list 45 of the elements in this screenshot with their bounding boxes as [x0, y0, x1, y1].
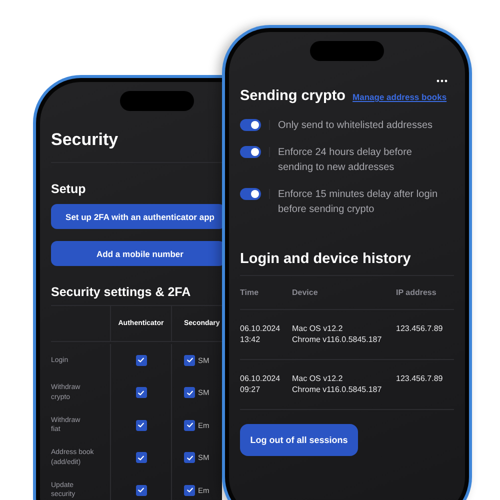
table-cell-text: 06.10.2024 13:42: [240, 323, 282, 345]
setup-button[interactable]: Set up 2FA with an authenticator app: [51, 204, 222, 229]
checkbox[interactable]: [184, 420, 195, 431]
toggle-switch[interactable]: [240, 188, 261, 200]
toggle-switch[interactable]: [240, 146, 261, 158]
checkmark-icon: [186, 486, 194, 494]
checkmark-icon: [137, 356, 145, 364]
checkbox[interactable]: [184, 484, 195, 496]
section-heading: Security settings & 2FA: [51, 285, 191, 299]
page-title: Security: [51, 130, 120, 150]
toggle-switch[interactable]: [240, 119, 261, 131]
checkmark-icon: [186, 388, 194, 397]
setup-button[interactable]: Add a mobile number: [51, 241, 222, 266]
column-header: Time: [240, 288, 260, 297]
checkmark-icon: [137, 421, 145, 430]
checkbox[interactable]: [184, 452, 195, 464]
checkbox[interactable]: [136, 452, 146, 464]
column-header: Device: [292, 288, 319, 297]
table-cell-text: Mac OS v12.2 Chrome v116.0.5845.187: [292, 373, 383, 395]
checkbox[interactable]: [184, 387, 195, 398]
table-cell-text: 123.456.7.89: [396, 373, 444, 385]
checkmark-icon: [186, 421, 194, 430]
table-cell-text: Mac OS v12.2 Chrome v116.0.5845.187: [292, 323, 383, 345]
checkmark-icon: [186, 454, 194, 462]
toggle-label: Enforce 24 hours delay before sending to new addresses: [278, 146, 413, 175]
checkbox[interactable]: [136, 387, 146, 398]
section-heading: Login and device history: [240, 251, 412, 267]
column-header: IP address: [396, 288, 438, 297]
table-cell-text: 06.10.2024 09:27: [240, 373, 282, 395]
toggle-label: Enforce 15 minutes delay after login before sending crypto: [278, 188, 438, 217]
checkmark-icon: [186, 356, 194, 364]
checkbox[interactable]: [184, 354, 195, 366]
logout-button[interactable]: Log out of all sessions: [240, 424, 358, 456]
checkmark-icon: [137, 486, 145, 494]
toggle-label: Only send to whitelisted addresses: [278, 119, 434, 133]
table-cell-text: 123.456.7.89: [396, 323, 444, 335]
section-heading: Setup: [51, 182, 86, 196]
section-heading: Sending crypto: [240, 88, 346, 104]
checkmark-icon: [137, 388, 145, 397]
checkbox[interactable]: [136, 484, 146, 496]
manage-link[interactable]: Manage address books: [352, 92, 447, 102]
more-icon[interactable]: [436, 79, 448, 83]
checkbox[interactable]: [136, 420, 146, 431]
checkbox[interactable]: [136, 354, 146, 366]
checkmark-icon: [137, 454, 145, 462]
